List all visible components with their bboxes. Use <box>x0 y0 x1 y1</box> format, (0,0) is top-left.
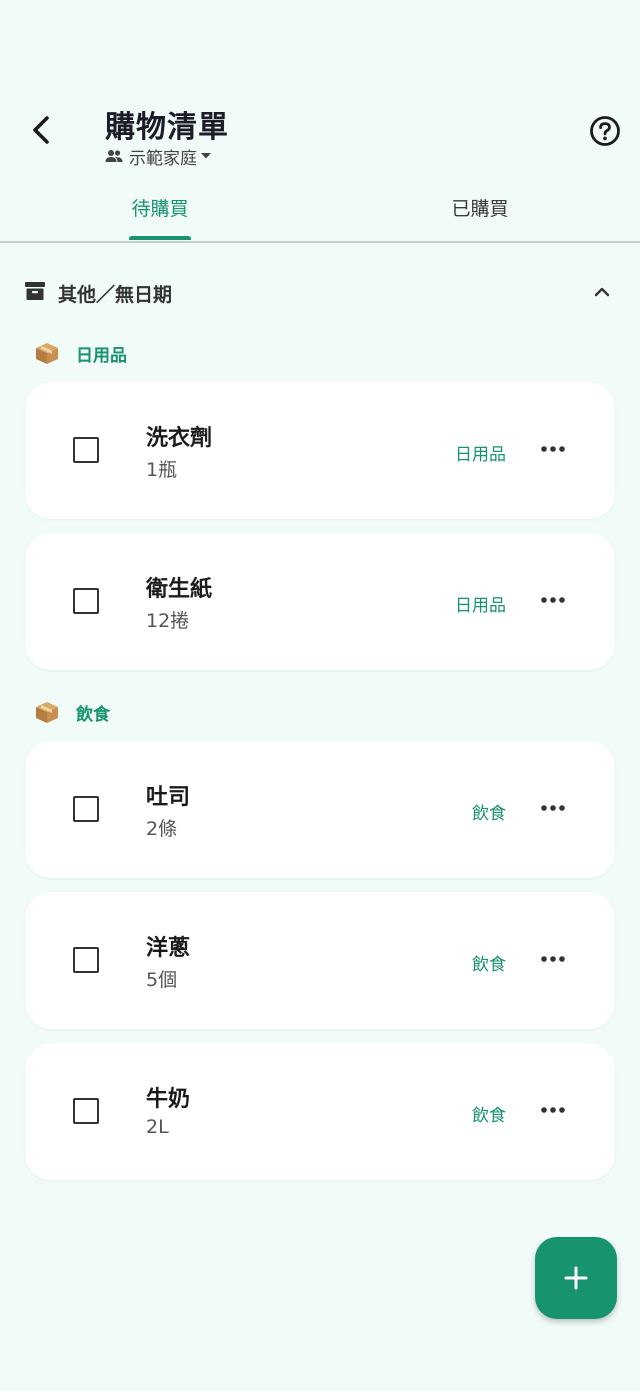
item-category-tag: 飲食 <box>472 955 506 975</box>
list-item[interactable]: 吐司 2條 飲食 <box>25 741 615 878</box>
people-icon <box>105 149 123 163</box>
item-quantity: 2條 <box>146 818 178 840</box>
package-icon <box>34 341 60 365</box>
add-item-button[interactable] <box>535 1237 617 1319</box>
back-button[interactable] <box>20 108 64 152</box>
help-button[interactable] <box>584 110 626 152</box>
category-label-household: 日用品 <box>34 339 127 367</box>
item-name: 衛生紙 <box>146 577 213 602</box>
more-horizontal-icon <box>541 956 565 962</box>
list-item[interactable]: 衛生紙 12捲 日用品 <box>25 533 615 670</box>
list-item[interactable]: 牛奶 2L 飲食 <box>25 1043 615 1180</box>
tab-purchased-label: 已購買 <box>451 198 509 220</box>
item-checkbox[interactable] <box>73 588 99 614</box>
list-item[interactable]: 洋蔥 5個 飲食 <box>25 892 615 1029</box>
item-quantity: 1瓶 <box>146 459 178 481</box>
item-category-tag: 日用品 <box>455 445 506 465</box>
item-checkbox[interactable] <box>73 1098 99 1124</box>
item-category-tag: 飲食 <box>472 804 506 824</box>
item-quantity: 5個 <box>146 969 178 991</box>
list-item[interactable]: 洗衣劑 1瓶 日用品 <box>25 382 615 519</box>
app-bar: 購物清單 示範家庭 <box>0 0 640 180</box>
more-button[interactable] <box>535 585 571 615</box>
tab-to-buy-label: 待購買 <box>131 198 189 220</box>
section-header-other[interactable]: 其他／無日期 <box>0 270 640 316</box>
package-icon <box>34 700 60 724</box>
more-button[interactable] <box>535 1095 571 1125</box>
category-name: 飲食 <box>76 704 110 725</box>
item-checkbox[interactable] <box>73 796 99 822</box>
chevron-up-icon <box>590 280 614 308</box>
category-name: 日用品 <box>76 345 127 366</box>
item-name: 牛奶 <box>146 1087 191 1112</box>
plus-icon <box>564 1266 588 1290</box>
tab-to-buy[interactable]: 待購買 <box>0 180 320 239</box>
tab-bar: 待購買 已購買 <box>0 180 640 243</box>
page-title: 購物清單 <box>105 110 229 145</box>
more-horizontal-icon <box>541 446 565 452</box>
item-quantity: 2L <box>146 1116 169 1138</box>
more-horizontal-icon <box>541 1107 565 1113</box>
more-horizontal-icon <box>541 805 565 811</box>
more-button[interactable] <box>535 944 571 974</box>
section-label: 其他／無日期 <box>58 284 173 306</box>
more-horizontal-icon <box>541 597 565 603</box>
family-selector[interactable]: 示範家庭 <box>105 144 211 169</box>
more-button[interactable] <box>535 793 571 823</box>
tab-indicator <box>129 236 191 240</box>
item-category-tag: 日用品 <box>455 596 506 616</box>
help-circle-icon <box>590 116 620 146</box>
caret-down-icon <box>201 153 211 159</box>
item-name: 吐司 <box>146 785 191 810</box>
item-quantity: 12捲 <box>146 610 190 632</box>
more-button[interactable] <box>535 434 571 464</box>
tab-purchased[interactable]: 已購買 <box>320 180 640 239</box>
item-name: 洋蔥 <box>146 936 191 961</box>
item-checkbox[interactable] <box>73 437 99 463</box>
item-checkbox[interactable] <box>73 947 99 973</box>
item-name: 洗衣劑 <box>146 426 213 451</box>
family-name: 示範家庭 <box>129 148 197 169</box>
item-category-tag: 飲食 <box>472 1106 506 1126</box>
category-label-food: 飲食 <box>34 698 110 726</box>
archive-icon <box>24 280 46 306</box>
arrow-back-icon <box>33 116 49 144</box>
